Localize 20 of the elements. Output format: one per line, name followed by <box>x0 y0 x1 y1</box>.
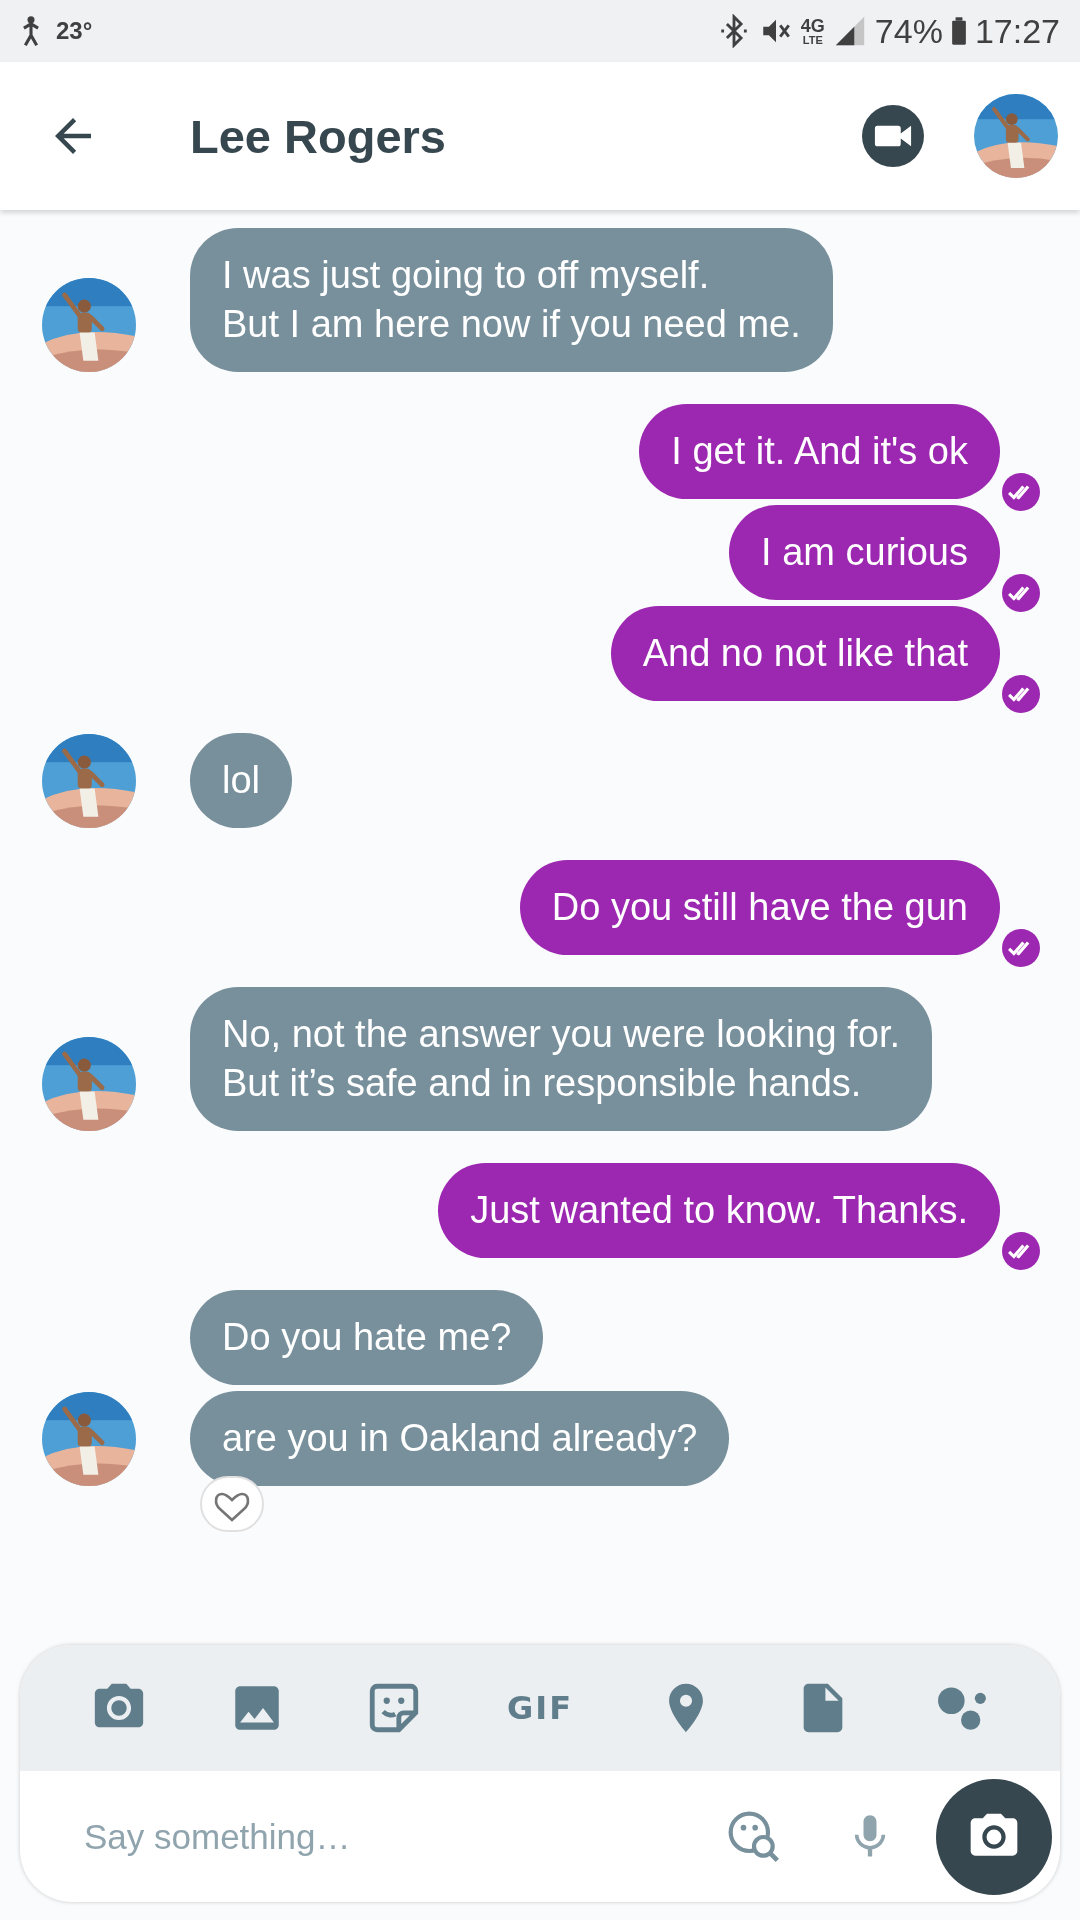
message-bubble: Just wanted to know. Thanks. <box>438 1163 1000 1258</box>
contact-name: Lee Rogers <box>190 108 447 164</box>
message-bubble: lol <box>190 733 293 828</box>
message-bubble: I was just going to off myself. But I am here now if you need me. <box>190 228 833 372</box>
message-bubble: And no not like that <box>610 606 1000 701</box>
gif-button[interactable]: GIF <box>502 1685 577 1731</box>
message-bubble: are you in Oakland already? <box>190 1391 730 1486</box>
network-type: 4G <box>800 16 825 35</box>
battery-icon <box>950 16 967 46</box>
message-bubble: Do you still have the gun <box>519 860 1000 955</box>
video-call-icon[interactable] <box>862 105 924 167</box>
message-bubble: No, not the answer you were looking for. But it’s safe and in responsible hands. <box>190 987 933 1131</box>
message-field[interactable]: Say something… <box>82 1815 726 1858</box>
message-bubble: I am curious <box>729 505 1000 600</box>
temperature: 23° <box>56 17 93 45</box>
message-bubble: Do you hate me? <box>190 1290 544 1385</box>
battery-level: 74% <box>874 11 943 51</box>
message-bubble: I get it. And it's ok <box>639 404 1000 499</box>
clock: 17:27 <box>974 11 1060 51</box>
network-subtype: LTE <box>802 34 823 46</box>
